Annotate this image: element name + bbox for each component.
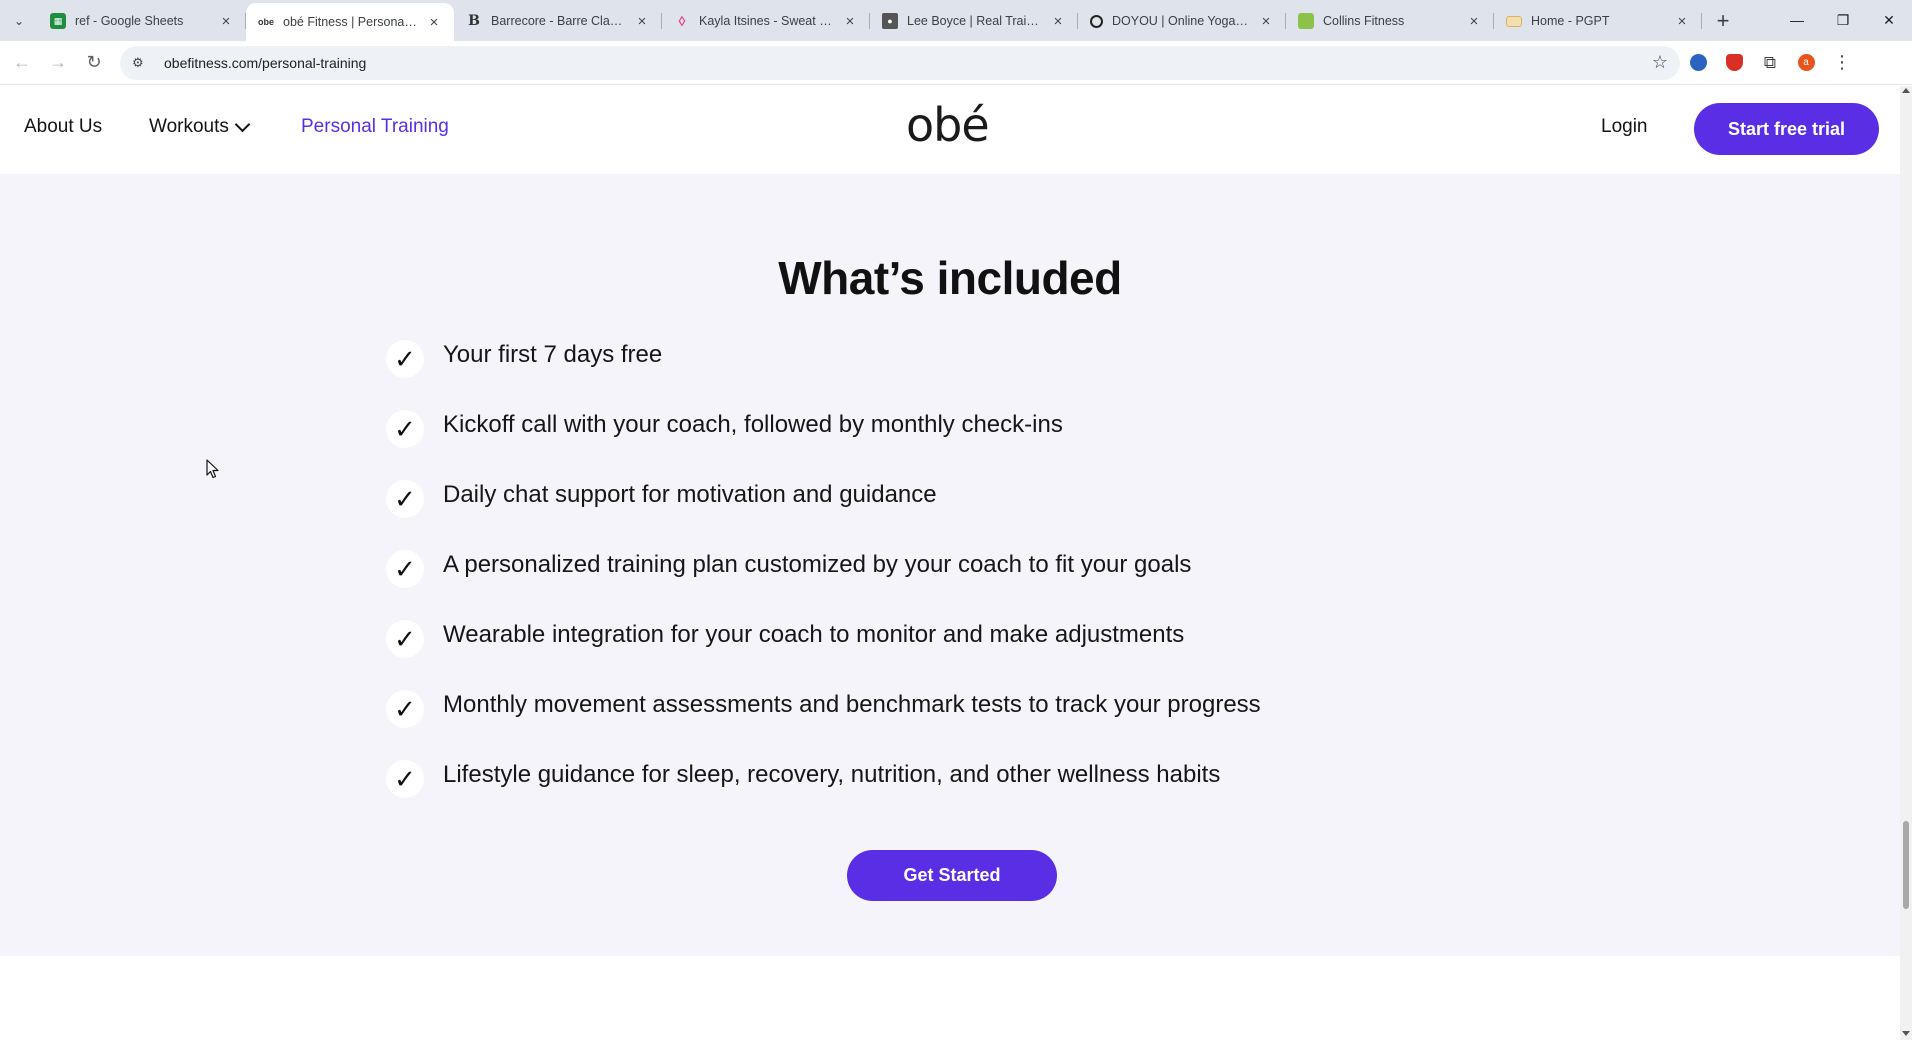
doyou-favicon xyxy=(1090,14,1103,28)
window-controls: — ❐ ✕ xyxy=(1774,0,1912,41)
nav-workouts[interactable]: Workouts xyxy=(149,116,251,138)
close-tab-icon[interactable]: × xyxy=(634,13,650,30)
close-tab-icon[interactable]: × xyxy=(426,14,442,31)
sweat-favicon: ◊ xyxy=(678,13,686,29)
checkmark-icon: ✓ xyxy=(386,410,424,448)
start-free-trial-button[interactable]: Start free trial xyxy=(1694,103,1879,155)
scroll-up-arrow-icon[interactable] xyxy=(1902,88,1910,93)
browser-tab[interactable]: DOYOU | Online Yoga, Fit × xyxy=(1078,4,1286,38)
bookmark-star-icon[interactable]: ☆ xyxy=(1652,52,1668,73)
obe-favicon: obe xyxy=(258,17,275,27)
close-tab-icon[interactable]: × xyxy=(1258,13,1274,30)
feature-text: A personalized training plan customized … xyxy=(443,551,1192,578)
checkmark-icon: ✓ xyxy=(386,760,424,798)
scrollbar-thumb[interactable] xyxy=(1903,821,1909,909)
tab-search-chevron-icon[interactable]: ⌄ xyxy=(0,2,38,40)
restore-icon[interactable]: ❐ xyxy=(1820,0,1866,40)
scroll-down-arrow-icon[interactable] xyxy=(1902,1031,1910,1036)
checkmark-icon: ✓ xyxy=(386,550,424,588)
browser-tab[interactable]: B Barrecore - Barre Classes × xyxy=(454,4,662,38)
forward-arrow-icon[interactable]: → xyxy=(40,45,76,81)
close-tab-icon[interactable]: × xyxy=(1050,13,1066,30)
checkmark-icon: ✓ xyxy=(386,620,424,658)
feature-text: Lifestyle guidance for sleep, recovery, … xyxy=(443,761,1221,788)
checkmark-icon: ✓ xyxy=(386,340,424,378)
browser-tab[interactable]: Home - PGPT × xyxy=(1494,4,1702,38)
feature-text: Monthly movement assessments and benchma… xyxy=(443,691,1261,718)
browser-tab[interactable]: ● Lee Boyce | Real Training. × xyxy=(870,4,1078,38)
tab-title: DOYOU | Online Yoga, Fit xyxy=(1112,14,1249,28)
list-item: ✓ Your first 7 days free xyxy=(386,338,1486,408)
site-info-icon[interactable]: ⚙ xyxy=(132,55,152,71)
browser-menu-icon[interactable]: ⋮ xyxy=(1824,45,1860,81)
back-arrow-icon[interactable]: ← xyxy=(4,45,40,81)
site-header: About Us Workouts Personal Training obé … xyxy=(0,86,1900,174)
features-list: ✓ Your first 7 days free ✓ Kickoff call … xyxy=(386,338,1486,828)
close-tab-icon[interactable]: × xyxy=(1674,13,1690,30)
new-tab-plus-icon[interactable]: + xyxy=(1708,6,1738,36)
nav-workouts-label: Workouts xyxy=(149,116,229,137)
browser-tab-strip: ⌄ ▦ ref - Google Sheets × obe obé Fitnes… xyxy=(0,0,1912,41)
close-tab-icon[interactable]: × xyxy=(1466,13,1482,30)
reload-icon[interactable]: ↻ xyxy=(76,45,112,81)
close-tab-icon[interactable]: × xyxy=(218,13,234,30)
pgpt-favicon xyxy=(1506,15,1522,27)
nav-about-us[interactable]: About Us xyxy=(24,116,102,138)
list-item: ✓ Kickoff call with your coach, followed… xyxy=(386,408,1486,478)
list-item: ✓ A personalized training plan customize… xyxy=(386,548,1486,618)
collins-favicon xyxy=(1298,13,1314,29)
address-bar[interactable]: ⚙ obefitness.com/personal-training ☆ xyxy=(120,45,1680,80)
tab-title: Barrecore - Barre Classes xyxy=(491,14,625,28)
page-scrollbar[interactable] xyxy=(1900,86,1912,1040)
tab-title: Lee Boyce | Real Training. xyxy=(907,14,1041,28)
obe-logo[interactable]: obé xyxy=(906,98,990,152)
whats-included-section: What’s included ✓ Your first 7 days free… xyxy=(0,174,1900,956)
feature-text: Your first 7 days free xyxy=(443,341,663,368)
tab-title: obé Fitness | Personalized xyxy=(283,15,417,29)
lee-boyce-favicon: ● xyxy=(882,13,898,29)
browser-tab-active[interactable]: obe obé Fitness | Personalized × xyxy=(246,3,454,41)
feature-text: Wearable integration for your coach to m… xyxy=(443,621,1185,648)
list-item: ✓ Lifestyle guidance for sleep, recovery… xyxy=(386,758,1486,828)
browser-tab[interactable]: Collins Fitness × xyxy=(1286,4,1494,38)
tab-title: Home - PGPT xyxy=(1531,14,1610,28)
get-started-button[interactable]: Get Started xyxy=(847,850,1057,901)
extension-blue-icon[interactable] xyxy=(1680,45,1716,81)
close-window-icon[interactable]: ✕ xyxy=(1866,0,1912,40)
tab-title: Collins Fitness xyxy=(1323,14,1405,28)
tab-title: ref - Google Sheets xyxy=(75,14,184,28)
feature-text: Kickoff call with your coach, followed b… xyxy=(443,411,1063,438)
barrecore-favicon: B xyxy=(468,13,480,29)
minimize-icon[interactable]: — xyxy=(1774,0,1820,40)
browser-toolbar: ← → ↻ ⚙ obefitness.com/personal-training… xyxy=(0,41,1912,85)
login-link[interactable]: Login xyxy=(1601,116,1648,138)
list-item: ✓ Wearable integration for your coach to… xyxy=(386,618,1486,688)
chevron-down-icon xyxy=(234,116,251,132)
feature-text: Daily chat support for motivation and gu… xyxy=(443,481,937,508)
browser-tab[interactable]: ▦ ref - Google Sheets × xyxy=(38,4,246,38)
tab-title: Kayla Itsines - Sweat Co-F xyxy=(699,14,833,28)
section-title: What’s included xyxy=(778,252,1122,304)
profile-avatar[interactable]: a xyxy=(1788,45,1824,81)
list-item: ✓ Daily chat support for motivation and … xyxy=(386,478,1486,548)
browser-tab[interactable]: ◊ Kayla Itsines - Sweat Co-F × xyxy=(662,4,870,38)
extensions-puzzle-icon[interactable]: ⧉ xyxy=(1752,45,1788,81)
nav-personal-training[interactable]: Personal Training xyxy=(301,116,449,138)
checkmark-icon: ✓ xyxy=(386,480,424,518)
list-item: ✓ Monthly movement assessments and bench… xyxy=(386,688,1486,758)
close-tab-icon[interactable]: × xyxy=(842,13,858,30)
sheets-icon: ▦ xyxy=(50,13,66,29)
extension-shield-icon[interactable] xyxy=(1716,45,1752,81)
url-text[interactable]: obefitness.com/personal-training xyxy=(164,55,1652,71)
checkmark-icon: ✓ xyxy=(386,690,424,728)
